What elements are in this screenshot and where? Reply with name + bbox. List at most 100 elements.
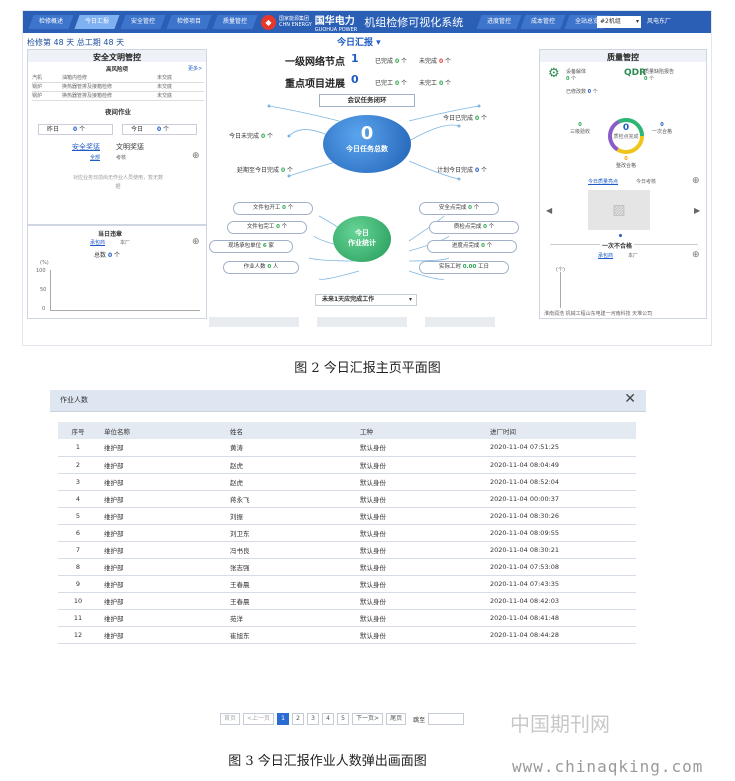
worker-name-cell: 王春晨: [224, 592, 354, 610]
page-button[interactable]: 2: [292, 713, 305, 725]
table-row[interactable]: 12 维护部 崔旭东 默认身份 2020-11-04 08:44:28: [58, 626, 636, 644]
y-axis: [560, 272, 561, 308]
tab-quality-highlight[interactable]: 今日质量亮点: [588, 178, 618, 185]
next-page-button[interactable]: 下一页>: [352, 713, 384, 725]
nav-tab-projects[interactable]: 检修项目: [166, 15, 212, 29]
file-start-box[interactable]: 文件包开工 0 个: [233, 202, 313, 215]
top-navbar: 检修概述 今日汇报 安全管控 检修项目 质量管控 ◆ 国家能源集团 CHN EN…: [23, 11, 711, 33]
plan-done-stat: 计划今日完成 0 个: [437, 167, 488, 174]
ring-center-value: 0: [622, 123, 630, 133]
stat-unit: 家: [268, 243, 274, 249]
work-stats-bubble[interactable]: 今日 作业统计: [333, 216, 391, 262]
filter-assess[interactable]: 考核: [116, 154, 126, 161]
risk-status: 未交底: [157, 93, 173, 99]
nav-tab-cost[interactable]: 成本管控: [520, 15, 566, 29]
table-row[interactable]: 9 维护部 王春晨 默认身份 2020-11-04 07:43:35: [58, 575, 636, 593]
timeline-block: [209, 317, 299, 327]
contractor-count-box[interactable]: 现场承包单位 6 家: [209, 240, 293, 253]
meeting-closure-box[interactable]: 会议任务闭环: [319, 94, 415, 107]
unit-name-cell: 维护部: [98, 575, 224, 593]
table-header-row: 序号 单位名称 姓名 工种 进厂时间: [58, 422, 636, 439]
night-work-title: 夜间作业: [105, 108, 131, 116]
today-report-title[interactable]: 今日汇报 ▾: [337, 35, 381, 48]
list-item[interactable]: 锅炉 换热器管排及接箱检修 未交底: [32, 92, 204, 101]
worker-name-cell: 赵虎: [224, 456, 354, 474]
delayed-label: 延期至今日完成: [237, 167, 280, 174]
progress-point-box[interactable]: 进度点完成 0 个: [427, 240, 517, 253]
jump-input[interactable]: [428, 713, 465, 725]
filter-contractor[interactable]: 承包商: [90, 239, 105, 246]
table-row[interactable]: 8 维护部 张志强 默认身份 2020-11-04 07:53:08: [58, 558, 636, 576]
worker-name-cell: 赵虎: [224, 473, 354, 491]
total-value: 0: [107, 252, 113, 259]
job-type-cell: 默认身份: [354, 575, 484, 593]
violation-panel: 当日违章 承包商 本厂 ⊕ 总数 0 个 (%) 100 50 0: [27, 225, 207, 319]
column-header: 单位名称: [98, 422, 224, 439]
table-row[interactable]: 6 维护部 刘卫东 默认身份 2020-11-04 08:09:55: [58, 524, 636, 542]
table-row[interactable]: 11 维护部 苑洋 默认身份 2020-11-04 08:41:48: [58, 609, 636, 627]
filter-contractor[interactable]: 承包商: [598, 252, 613, 259]
y-axis: [50, 270, 51, 310]
safety-point-box[interactable]: 安全点完成 0 个: [419, 202, 499, 215]
nav-tab-safety[interactable]: 安全管控: [120, 15, 166, 29]
page-button[interactable]: 3: [307, 713, 320, 725]
stat-label: 质检点完成: [453, 224, 482, 230]
table-row[interactable]: 5 维护部 刘振 默认身份 2020-11-04 08:30:26: [58, 507, 636, 525]
job-type-cell: 默认身份: [354, 609, 484, 627]
carousel-dot[interactable]: [619, 234, 622, 237]
nav-tab-label: 检修项目: [176, 18, 201, 25]
worker-count-box[interactable]: 作业人数 0 人: [223, 261, 299, 274]
worker-name-cell: 蒋永飞: [224, 490, 354, 508]
center-title-text: 今日汇报: [337, 38, 374, 48]
more-link[interactable]: 更多>: [188, 65, 202, 72]
tab-safety-reward[interactable]: 安全奖惩: [72, 142, 100, 152]
column-header: 序号: [58, 422, 98, 439]
table-row[interactable]: 4 维护部 蒋永飞 默认身份 2020-11-04 00:00:37: [58, 490, 636, 508]
proj-todo-label: 未完工: [419, 80, 438, 87]
table-row[interactable]: 2 维护部 赵虎 默认身份 2020-11-04 08:04:49: [58, 456, 636, 474]
zoom-icon[interactable]: ⊕: [192, 237, 200, 247]
work-hours-box[interactable]: 实际工时 0.00 工日: [419, 261, 509, 274]
row-index: 7: [58, 541, 98, 559]
quality-point-box[interactable]: 质检点完成 0 个: [429, 221, 519, 234]
stats-title-2: 作业统计: [348, 239, 376, 247]
prev-page-button[interactable]: <上一页: [243, 713, 275, 725]
nav-tab-quality[interactable]: 质量管控: [212, 15, 258, 29]
first-page-button[interactable]: 首页: [220, 713, 241, 725]
nav-tab-today[interactable]: 今日汇报: [74, 15, 120, 29]
page-button[interactable]: 5: [337, 713, 350, 725]
zoom-icon[interactable]: ⊕: [692, 176, 700, 186]
page-button[interactable]: 1: [277, 713, 290, 725]
filter-plant[interactable]: 本厂: [628, 252, 638, 259]
brand-cn: 国华电力: [314, 15, 355, 27]
risk-area: 汽机: [32, 75, 43, 81]
close-icon[interactable]: ✕: [624, 391, 636, 407]
nav-tab-progress[interactable]: 进度管控: [476, 15, 522, 29]
prev-arrow-icon[interactable]: ◀: [546, 206, 552, 215]
unit-select[interactable]: #2机组 ▾: [597, 16, 641, 28]
nav-tab-overview[interactable]: 检修概述: [28, 15, 74, 29]
delayed-stat: 延期至今日完成 0 个: [237, 167, 294, 174]
three-level-label: 三级验收: [570, 129, 591, 135]
risk-status: 未交底: [157, 75, 173, 81]
file-finish-box[interactable]: 文件包完工 0 个: [227, 221, 307, 234]
filter-plant[interactable]: 本厂: [120, 239, 130, 246]
tab-today-assess[interactable]: 今日考核: [636, 178, 656, 185]
first-fail-title: 一次不合格: [600, 241, 635, 250]
table-row[interactable]: 1 维护部 黄涛 默认身份 2020-11-04 07:51:25: [58, 439, 636, 457]
page-button[interactable]: 4: [322, 713, 335, 725]
table-row[interactable]: 10 维护部 王春晨 默认身份 2020-11-04 08:42:03: [58, 592, 636, 610]
task-total-bubble[interactable]: 0 今日任务总数: [323, 115, 411, 173]
table-row[interactable]: 3 维护部 赵虎 默认身份 2020-11-04 08:52:04: [58, 473, 636, 491]
future-work-select[interactable]: 未来1天应完成工作 ▾: [315, 294, 417, 306]
stat-label: 实际工时: [438, 264, 461, 270]
last-page-button[interactable]: 尾页: [386, 713, 407, 725]
next-arrow-icon[interactable]: ▶: [694, 206, 700, 215]
filter-all[interactable]: 全部: [90, 154, 100, 161]
list-item[interactable]: 锅炉 换热器管排及接箱检修 未交底: [32, 83, 204, 92]
zoom-icon[interactable]: ⊕: [192, 151, 200, 161]
tab-civil-reward[interactable]: 文明奖惩: [116, 142, 144, 152]
list-item[interactable]: 汽机 油箱内检修 未交底: [32, 74, 204, 83]
zoom-icon[interactable]: ⊕: [692, 250, 700, 260]
table-row[interactable]: 7 维护部 冯书良 默认身份 2020-11-04 08:30:21: [58, 541, 636, 559]
